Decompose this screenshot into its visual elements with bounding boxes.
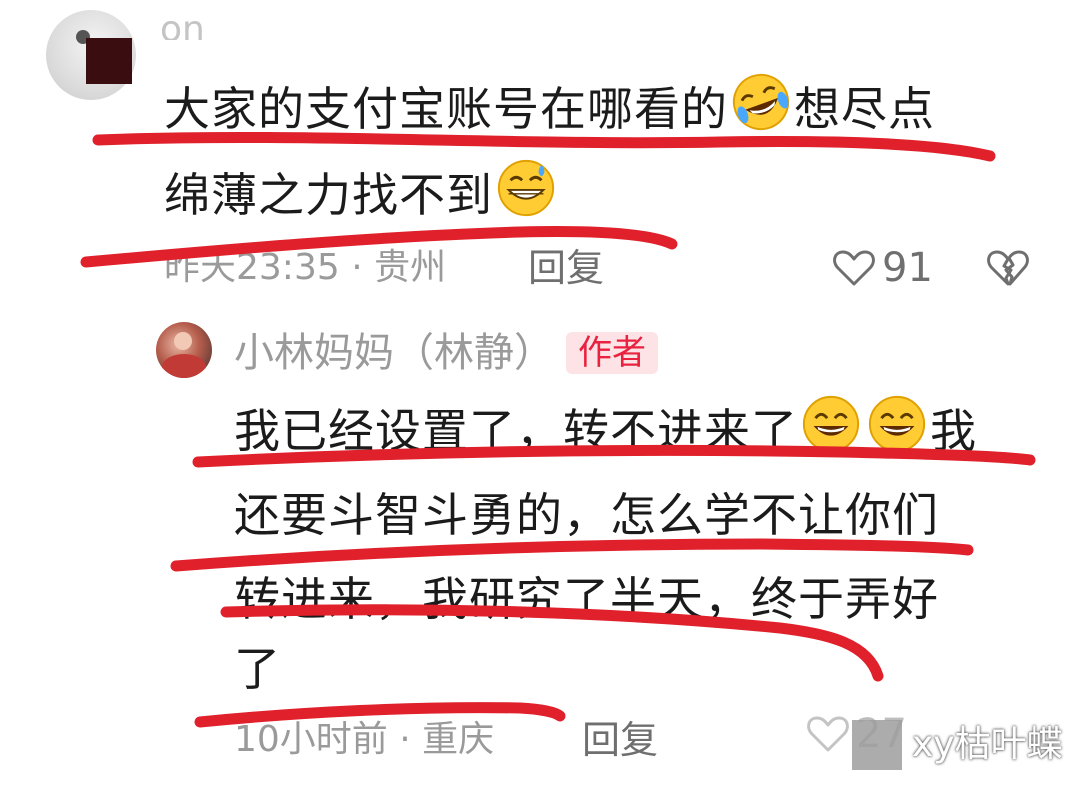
source-watermark: xy枯叶蝶 [852,712,1080,778]
reply-text-line: 我已经设置了，转不进来了 我 [234,388,977,474]
heart-outline-icon [807,716,849,752]
grinning-emoji-icon [868,395,926,453]
watermark-text: xy枯叶蝶 [912,724,1063,765]
reply-button[interactable]: 回复 [528,246,604,290]
comment-timestamp-location: 昨天23:35 · 贵州 [164,247,447,288]
comment-screenshot: on 大家的支付宝账号在哪看的 想尽点 绵薄之力找不到 昨天23:35 · 贵州… [0,0,1080,792]
dislike-button[interactable] [986,248,1030,292]
comment-text-line: 绵薄之力找不到 [164,152,559,238]
avatar-body [162,354,206,378]
like-count: 91 [882,245,933,291]
reply-timestamp-location: 10小时前 · 重庆 [234,719,495,760]
grinning-emoji-icon [802,395,860,453]
comment-text-segment: 绵薄之力找不到 [164,168,493,222]
reply-text-segment: 我已经设置了，转不进来了 [234,404,798,458]
watermark-logo [852,720,902,770]
reply-text-line: 转进来，我研究了半天，终于弄好 [234,572,939,626]
like-button[interactable]: 91 [832,246,933,290]
comment-text-segment: 想尽点 [794,82,935,136]
author-username[interactable]: 小林妈妈（林静） [234,330,554,376]
redaction-block [86,38,132,84]
commenter-username[interactable]: on [160,10,205,40]
author-avatar[interactable] [156,322,212,378]
broken-heart-icon [987,250,1029,286]
reply-text-line: 还要斗智斗勇的，怎么学不让你们 [234,488,939,542]
author-badge: 作者 [566,332,658,374]
comment-text-segment: 大家的支付宝账号在哪看的 [164,82,728,136]
avatar-face [174,332,192,350]
reply-text-line: 了 [234,642,281,696]
grinning-sweat-emoji-icon [497,159,555,217]
comment-text-line: 大家的支付宝账号在哪看的 想尽点 [164,66,935,152]
reply-button[interactable]: 回复 [582,718,658,762]
rolling-laughing-emoji-icon [732,73,790,131]
heart-outline-icon [833,250,875,286]
reply-text-segment: 我 [930,404,977,458]
